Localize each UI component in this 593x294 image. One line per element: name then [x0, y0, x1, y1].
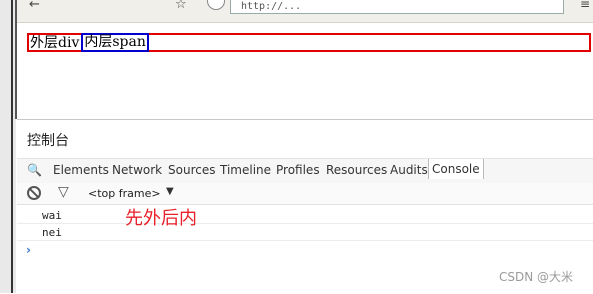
tab-resources[interactable]: Resources: [326, 163, 387, 177]
devtools-panel: 控制台 🔍 Elements Network Sources Timeline …: [17, 119, 593, 294]
clear-console-icon[interactable]: [27, 186, 41, 200]
frame-line: [11, 0, 13, 293]
watermark: CSDN @大米: [499, 270, 574, 284]
back-icon[interactable]: ←: [29, 0, 40, 12]
tab-profiles[interactable]: Profiles: [276, 163, 320, 177]
log-text: nei: [42, 226, 62, 239]
log-text: wai: [42, 209, 62, 222]
tab-timeline[interactable]: Timeline: [220, 163, 271, 177]
frame-select[interactable]: <top frame>: [88, 187, 161, 200]
inner-span[interactable]: 内层span: [81, 33, 149, 52]
outer-div-label: 外层div: [30, 35, 80, 51]
search-icon[interactable]: 🔍: [27, 163, 42, 177]
browser-toolbar: ← ☆ http://... ≡: [17, 0, 593, 23]
history-icon[interactable]: ☆: [175, 0, 187, 12]
left-frame-border: [0, 0, 17, 293]
address-bar[interactable]: http://...: [230, 0, 564, 14]
reload-icon[interactable]: [207, 0, 225, 10]
filter-icon[interactable]: ▽: [58, 184, 69, 200]
console-toolbar: ▽ <top frame> ▼: [17, 183, 593, 205]
devtools-title: 控制台: [27, 133, 69, 149]
console-log-line: wai: [17, 207, 593, 224]
page-viewport: 外层div 内层span: [17, 23, 593, 119]
chevron-down-icon[interactable]: ▼: [166, 186, 174, 197]
menu-icon[interactable]: ≡: [580, 0, 590, 11]
tab-sources[interactable]: Sources: [168, 163, 215, 177]
outer-div[interactable]: 外层div 内层span: [27, 33, 591, 52]
tab-audits[interactable]: Audits: [390, 163, 428, 177]
tab-console[interactable]: Console: [428, 159, 484, 179]
devtools-tabbar: 🔍 Elements Network Sources Timeline Prof…: [17, 158, 593, 184]
tab-elements[interactable]: Elements: [53, 163, 109, 177]
console-log-line: nei: [17, 224, 593, 241]
tab-network[interactable]: Network: [112, 163, 162, 177]
annotation-text: 先外后内: [125, 208, 197, 229]
console-prompt-icon[interactable]: ›: [26, 243, 31, 257]
